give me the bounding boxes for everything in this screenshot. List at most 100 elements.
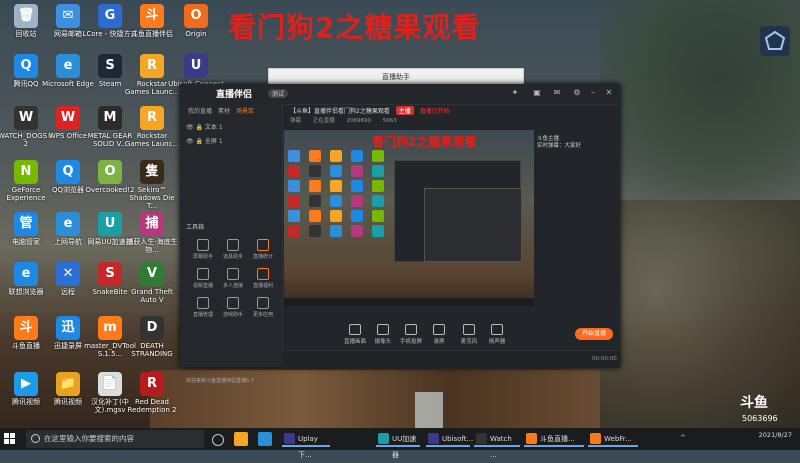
minimize-icon[interactable]: –	[588, 88, 598, 98]
toolbox-item[interactable]: 直播管理	[188, 297, 218, 318]
desktop-icon[interactable]: UUbisoft Connect	[168, 54, 224, 88]
desktop-icon[interactable]: 捕捕获人生·海底生物...	[124, 212, 180, 254]
preview-icon	[372, 210, 384, 222]
live-companion-app[interactable]: 直播伴侣 测试 ✦ ▣ ✉ ⚙ – ✕ 我的直播 素材 场景库 👁 🔒 文本 1…	[180, 84, 620, 384]
stream-meta: 弹幕 正在直播 2069690 5063	[290, 116, 407, 124]
scene-item[interactable]: 👁 🔒 文本 1	[180, 120, 282, 134]
app-icon: 隻	[140, 160, 164, 184]
preview-nested-window	[424, 188, 522, 262]
task-view-icon[interactable]	[212, 434, 224, 446]
taskbar-app[interactable]: WebFr...	[588, 431, 638, 447]
stream-title[interactable]: 【斗鱼】直播伴侣看门狗2之糖果观看	[290, 108, 390, 115]
preview-icon	[351, 210, 363, 222]
settings-icon[interactable]: ⚙	[572, 88, 582, 98]
scene-label: 文本 1	[204, 124, 223, 131]
edge-icon[interactable]	[258, 432, 272, 446]
taskbar-app[interactable]: UU加速器	[376, 431, 420, 459]
start-live-button[interactable]: 开始直播	[575, 328, 613, 340]
control-button[interactable]: 麦克风	[454, 324, 484, 345]
tab-my-live[interactable]: 我的直播	[188, 106, 212, 118]
toolbox-item[interactable]: 多人连接	[218, 268, 248, 289]
stream-preview[interactable]: 看门狗2之糖果观看	[284, 130, 534, 306]
stream-tag: 主播	[395, 106, 414, 115]
preview-icon	[288, 210, 300, 222]
control-button[interactable]: 手机投屏	[396, 324, 426, 345]
control-button[interactable]: 摄像头	[368, 324, 398, 345]
app-icon: D	[140, 316, 164, 340]
tab-scene-library[interactable]: 场景库	[236, 106, 254, 118]
message-icon[interactable]: ✉	[552, 88, 562, 98]
preview-taskbar	[284, 298, 534, 306]
preview-icon	[372, 150, 384, 162]
control-label: 手机投屏	[399, 339, 422, 345]
preview-icon	[288, 195, 300, 207]
tray-chevron-icon[interactable]: ^	[680, 434, 686, 442]
preview-icon	[351, 165, 363, 177]
right-info: 斗鱼主播 实时弹幕：大家好	[537, 136, 581, 150]
file-explorer-icon[interactable]	[234, 432, 248, 446]
toolbox-item[interactable]: 道具助手	[218, 239, 248, 260]
preview-icon	[330, 165, 342, 177]
taskbar-app[interactable]: Ubisoft...	[426, 431, 473, 447]
gift-icon[interactable]: ▣	[532, 88, 542, 98]
preview-icon	[309, 225, 321, 237]
tool-icon	[197, 297, 209, 309]
taskbar-app-label: UU加速器	[392, 435, 417, 459]
room-id: 5063696	[742, 414, 778, 423]
tool-icon	[227, 268, 239, 280]
preview-icon	[288, 225, 300, 237]
toolbox-item[interactable]: 直播统计	[248, 239, 278, 260]
tool-icon	[257, 239, 269, 251]
taskbar-app[interactable]: 斗鱼直播...	[524, 431, 584, 447]
control-button[interactable]: 扬声器	[482, 324, 512, 345]
app-icon: M	[98, 106, 122, 130]
close-icon[interactable]: ✕	[604, 88, 614, 98]
search-placeholder: 在这里输入你要搜索的内容	[44, 434, 134, 443]
desktop-icon-label: Origin	[185, 30, 207, 38]
preview-icon	[330, 195, 342, 207]
preview-icon	[351, 150, 363, 162]
control-button[interactable]: 直播画面	[340, 324, 370, 345]
preview-icon	[309, 165, 321, 177]
toolbox-grid: 屏幕助手 道具助手 直播统计视频直播 多人连接 直播福利直播管理 游戏助手 更多应用	[188, 239, 280, 318]
tool-label: 道具助手	[222, 254, 243, 260]
taskbar-app[interactable]: Uplay下...	[282, 431, 330, 459]
app-icon: S	[98, 54, 122, 78]
taskbar-search-input[interactable]: 在这里输入你要搜索的内容	[26, 430, 204, 448]
app-icon: G	[98, 4, 122, 28]
tool-label: 直播统计	[252, 254, 273, 260]
toolbox-item[interactable]: 直播福利	[248, 268, 278, 289]
app-icon: e	[56, 212, 80, 236]
preview-icon	[288, 165, 300, 177]
desktop-icon-label: Grand Theft Auto V	[131, 288, 173, 304]
app-icon: O	[98, 160, 122, 184]
app-icon: 迅	[56, 316, 80, 340]
stream-banner-title: 看门狗2之糖果观看	[228, 11, 481, 44]
shirt-icon[interactable]: ✦	[510, 88, 520, 98]
control-icon	[433, 324, 445, 335]
desktop-icon[interactable]: O Origin	[168, 4, 224, 38]
toolbox-item[interactable]: 更多应用	[248, 297, 278, 318]
toolbox-item[interactable]: 视频直播	[188, 268, 218, 289]
desktop-icon[interactable]: R Red Dead Redemption 2	[124, 372, 180, 414]
desktop-icon[interactable]: R Rockstar Games Launc...	[124, 106, 180, 148]
app-icon: O	[184, 4, 208, 28]
windows-start-icon[interactable]	[4, 433, 16, 445]
tab-material[interactable]: 素材	[218, 106, 230, 118]
clock-date[interactable]: 2021/8/27	[740, 432, 792, 439]
desktop-icon[interactable]: 隻 Sekiro™ Shadows Die T...	[124, 160, 180, 210]
desktop-icon[interactable]: D DEATH STRANDING	[124, 316, 180, 358]
toolbox-item[interactable]: 游戏助手	[218, 297, 248, 318]
ubisoft-corner-logo-icon	[760, 26, 790, 56]
toolbox-item[interactable]: 屏幕助手	[188, 239, 218, 260]
desktop-icon[interactable]: V Grand Theft Auto V	[124, 262, 180, 304]
app-icon: R	[140, 54, 164, 78]
app-icon: e	[56, 54, 80, 78]
taskbar-app[interactable]: Watch ...	[474, 431, 520, 459]
app-icon: N	[14, 160, 38, 184]
app-icon: 📁	[56, 372, 80, 396]
control-button[interactable]: 录屏	[424, 324, 454, 345]
scene-item[interactable]: 👁 🔒 全屏 1	[180, 134, 282, 148]
control-icon	[491, 324, 503, 335]
desktop-icon-label: Red Dead Redemption 2	[127, 398, 177, 414]
